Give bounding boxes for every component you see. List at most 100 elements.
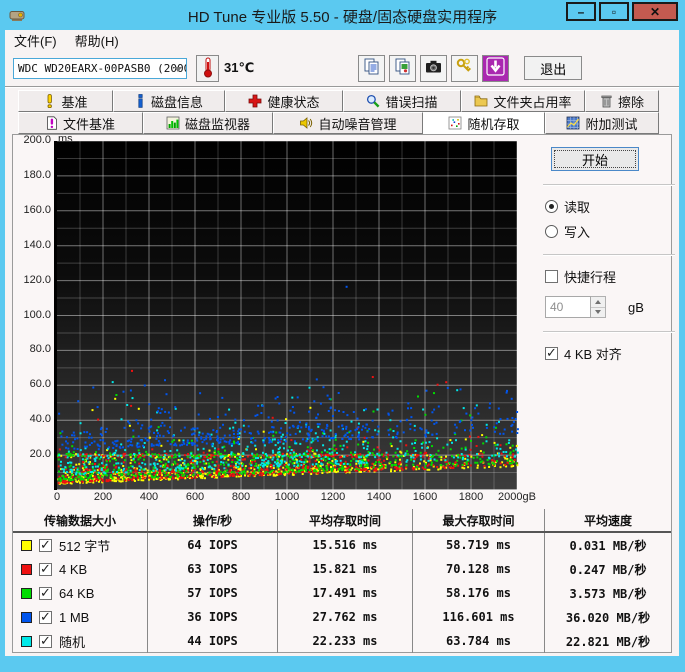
results-table: 传输数据大小 操作/秒平均存取时间最大存取时间平均速度 512 字节 64 IOPS… bbox=[13, 509, 671, 653]
align-4kb-checkbox[interactable] bbox=[545, 345, 558, 361]
disk-monitor-icon bbox=[166, 116, 180, 130]
iops-value: 44 IOPS bbox=[147, 629, 277, 653]
table-header-cell: 平均存取时间 bbox=[277, 509, 412, 531]
avg-access-time-value: 17.491 ms bbox=[277, 581, 412, 605]
exit-button[interactable]: 退出 bbox=[524, 56, 583, 80]
short-stroke-checkbox[interactable] bbox=[545, 270, 558, 283]
copy-image-button[interactable] bbox=[389, 54, 417, 82]
iops-value: 57 IOPS bbox=[147, 581, 277, 605]
temperature-button[interactable] bbox=[196, 54, 219, 82]
y-axis-tick-label: 20.0 bbox=[29, 448, 51, 461]
tab-file-benchmark[interactable]: 文件基准 bbox=[18, 112, 143, 134]
folder-usage-icon bbox=[474, 94, 488, 108]
start-button[interactable]: 开始 bbox=[551, 147, 639, 171]
series-label: 512 字节 bbox=[59, 538, 111, 554]
download-icon bbox=[486, 57, 505, 79]
iops-value: 63 IOPS bbox=[147, 557, 277, 581]
read-radio[interactable] bbox=[545, 200, 558, 213]
drive-select-value: WDC WD20EARX-00PASB0 (2000 gB) bbox=[18, 61, 187, 75]
tab-error-scan[interactable]: 错误扫描 bbox=[343, 90, 461, 112]
series-label: 4 KB bbox=[59, 561, 88, 577]
x-axis-tick-label: 1600 bbox=[412, 491, 438, 503]
table-row: 512 字节 64 IOPS15.516 ms58.719 ms0.031 MB/… bbox=[13, 533, 671, 557]
avg-speed-value: 3.573 MB/秒 bbox=[544, 581, 671, 605]
y-axis-tick-label: 60.0 bbox=[29, 378, 51, 391]
separator bbox=[543, 331, 675, 333]
avg-access-time-value: 27.762 ms bbox=[277, 605, 412, 629]
menu-file[interactable]: 文件(F) bbox=[5, 31, 66, 50]
drive-select[interactable]: WDC WD20EARX-00PASB0 (2000 gB) bbox=[13, 57, 187, 79]
menubar: 文件(F) 帮助(H) bbox=[5, 30, 679, 50]
tab-random-access[interactable]: 随机存取 bbox=[423, 112, 545, 134]
series-visibility-checkbox[interactable] bbox=[39, 537, 52, 553]
toolbar-buttons bbox=[358, 54, 510, 82]
extra-tests-icon bbox=[566, 116, 580, 130]
table-row: 1 MB 36 IOPS27.762 ms116.601 ms36.020 MB/… bbox=[13, 605, 671, 629]
minimize-button[interactable]: – bbox=[566, 2, 596, 21]
x-axis-tick-label: 2000gB bbox=[498, 491, 536, 503]
avg-access-time-value: 22.233 ms bbox=[277, 629, 412, 653]
x-axis-tick-label: 1400 bbox=[366, 491, 392, 503]
series-color-swatch bbox=[21, 563, 32, 575]
tab-label: 健康状态 bbox=[267, 94, 320, 110]
tab-aam[interactable]: 自动噪音管理 bbox=[273, 112, 423, 134]
short-stroke-size-input[interactable]: 40 bbox=[545, 296, 591, 318]
copy-text-button[interactable] bbox=[358, 54, 386, 82]
series-visibility-checkbox[interactable] bbox=[39, 561, 52, 577]
maximize-button[interactable]: ▫ bbox=[599, 2, 629, 21]
spinner-down-button[interactable] bbox=[591, 307, 605, 317]
titlebar: HD Tune 专业版 5.50 - 硬盘/固态硬盘实用程序 – ▫ ✕ bbox=[0, 0, 685, 30]
tab-health[interactable]: 健康状态 bbox=[225, 90, 343, 112]
temperature-value: 31℃ bbox=[224, 60, 255, 75]
series-visibility-checkbox[interactable] bbox=[39, 585, 52, 601]
series-label: 64 KB bbox=[59, 585, 95, 601]
arrow-up-icon bbox=[595, 299, 601, 304]
x-axis-tick-label: 0 bbox=[53, 491, 61, 503]
tabrow-1: 基准 磁盘信息 健康状态 错误扫描 文件夹占用率 擦除 bbox=[18, 90, 679, 112]
table-header-cell: 平均速度 bbox=[544, 509, 671, 531]
series-color-swatch bbox=[21, 611, 32, 623]
menu-help[interactable]: 帮助(H) bbox=[66, 31, 128, 50]
tab-label: 文件夹占用率 bbox=[493, 94, 572, 110]
max-access-time-value: 58.176 ms bbox=[412, 581, 544, 605]
iops-value: 36 IOPS bbox=[147, 605, 277, 629]
tab-label: 基准 bbox=[61, 94, 88, 110]
tab-benchmark[interactable]: 基准 bbox=[18, 90, 113, 112]
tab-disk-monitor[interactable]: 磁盘监视器 bbox=[143, 112, 273, 134]
series-label: 随机 bbox=[59, 634, 86, 650]
screenshot-button[interactable] bbox=[420, 54, 448, 82]
short-stroke-unit: gB bbox=[628, 299, 644, 315]
x-axis-tick-label: 600 bbox=[185, 491, 205, 503]
tab-extra-tests[interactable]: 附加测试 bbox=[545, 112, 659, 134]
erase-icon bbox=[600, 94, 613, 108]
random-access-icon bbox=[448, 116, 462, 130]
toolbar: WDC WD20EARX-00PASB0 (2000 gB) 31℃ 退出 bbox=[5, 50, 679, 87]
y-axis-tick-label: 40.0 bbox=[29, 413, 51, 426]
close-button[interactable]: ✕ bbox=[632, 2, 678, 21]
table-header-row: 传输数据大小 操作/秒 平均存取时间 最大存取时间 平均速度 bbox=[13, 509, 671, 533]
tab-erase[interactable]: 擦除 bbox=[585, 90, 659, 112]
tab-disk-info[interactable]: 磁盘信息 bbox=[113, 90, 225, 112]
client-area: 文件(F) 帮助(H) WDC WD20EARX-00PASB0 (2000 g… bbox=[5, 30, 679, 656]
series-color-swatch bbox=[21, 635, 32, 647]
series-label: 1 MB bbox=[59, 609, 90, 625]
keys-button[interactable] bbox=[451, 54, 479, 82]
health-icon bbox=[248, 94, 262, 108]
series-visibility-checkbox[interactable] bbox=[39, 633, 52, 649]
tab-folder-usage[interactable]: 文件夹占用率 bbox=[461, 90, 585, 112]
aam-icon bbox=[299, 116, 313, 130]
y-axis-tick-label: 80.0 bbox=[29, 343, 51, 356]
max-access-time-value: 63.784 ms bbox=[412, 629, 544, 653]
save-results-button[interactable] bbox=[482, 54, 510, 82]
copy-text-icon bbox=[362, 57, 381, 79]
max-access-time-value: 116.601 ms bbox=[412, 605, 544, 629]
spinner-up-button[interactable] bbox=[591, 297, 605, 308]
write-radio[interactable] bbox=[545, 225, 558, 238]
series-color-swatch bbox=[21, 587, 32, 599]
table-row: 随机 44 IOPS22.233 ms63.784 ms22.821 MB/秒 bbox=[13, 629, 671, 653]
align-4kb-label: 4 KB 对齐 bbox=[564, 347, 622, 362]
max-access-time-value: 58.719 ms bbox=[412, 533, 544, 557]
benchmark-icon bbox=[43, 94, 56, 108]
series-visibility-checkbox[interactable] bbox=[39, 609, 52, 625]
tab-label: 随机存取 bbox=[467, 116, 520, 132]
